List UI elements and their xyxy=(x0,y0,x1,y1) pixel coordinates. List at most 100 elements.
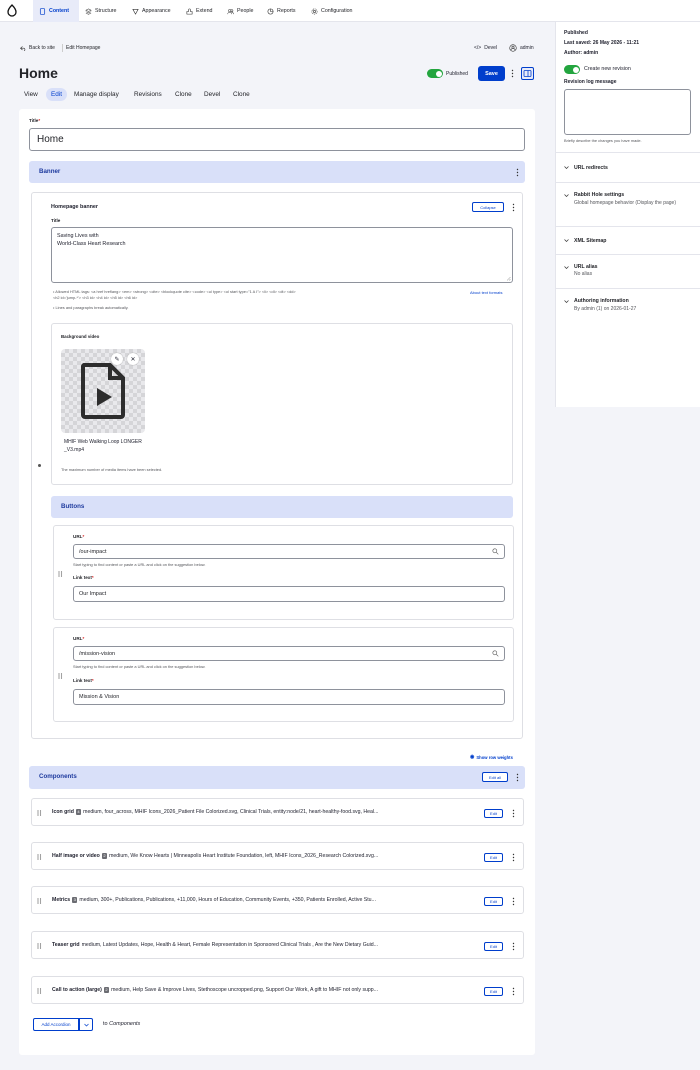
components-section-header[interactable]: Components xyxy=(29,766,525,789)
drag-handle-icon[interactable] xyxy=(58,673,63,679)
drag-handle-icon[interactable] xyxy=(37,810,42,816)
paragraph-more-icon[interactable] xyxy=(512,203,515,212)
banner-heading: Banner xyxy=(39,168,61,175)
authoring-info-summary: By admin (1) on 2026-01-27 xyxy=(574,306,637,312)
component-edit-button[interactable]: Edit xyxy=(484,897,503,906)
toggle-knob xyxy=(435,70,442,77)
toolbar-appearance-label: Appearance xyxy=(142,8,171,14)
toolbar-people[interactable]: People xyxy=(227,0,254,22)
edit-media-button[interactable]: ✎ xyxy=(111,353,123,365)
component-edit-button[interactable]: Edit xyxy=(484,853,503,862)
tab-revisions[interactable]: Revisions xyxy=(129,88,167,101)
banner-section-header[interactable]: Banner xyxy=(29,161,525,183)
resize-handle-icon[interactable] xyxy=(506,276,511,281)
toolbar-content[interactable]: Content xyxy=(33,0,79,22)
component-more-icon[interactable] xyxy=(512,809,515,818)
breadcrumb-divider xyxy=(62,44,63,52)
component-edit-button[interactable]: Edit xyxy=(484,987,503,996)
sidebar-rabbit-hole[interactable]: Rabbit Hole settings Global homepage beh… xyxy=(555,182,700,226)
drag-handle-icon[interactable] xyxy=(37,854,42,860)
components-heading: Components xyxy=(39,773,77,780)
structure-icon xyxy=(85,8,92,15)
sidebar-url-alias[interactable]: URL alias No alias xyxy=(555,254,700,288)
user-menu[interactable]: admin xyxy=(509,44,534,52)
xml-sitemap-title: XML Sitemap xyxy=(574,238,607,244)
more-actions-icon[interactable] xyxy=(511,69,514,78)
button2-url-label: URL* xyxy=(73,636,84,641)
component-row: Icon grid 4 medium, four_across, MHIF Icon… xyxy=(31,798,524,826)
drag-handle-icon[interactable] xyxy=(37,898,42,904)
toolbar-configuration[interactable]: Configuration xyxy=(311,0,353,22)
user-name: admin xyxy=(520,45,534,51)
component-more-icon[interactable] xyxy=(512,897,515,906)
sidebar-xml-sitemap[interactable]: XML Sitemap xyxy=(555,226,700,254)
chevron-down-icon xyxy=(564,266,569,269)
toolbar-appearance[interactable]: Appearance xyxy=(132,0,171,22)
drupal-logo-icon[interactable] xyxy=(3,3,21,19)
drag-handle-icon[interactable] xyxy=(37,988,42,994)
banner-title-label: Title xyxy=(51,218,61,223)
tab-clone[interactable]: Clone xyxy=(170,88,197,101)
tab-edit[interactable]: Edit xyxy=(46,88,68,101)
sidebar-panel-icon xyxy=(523,70,532,77)
toolbar-extend[interactable]: Extend xyxy=(186,0,213,22)
published-toggle[interactable] xyxy=(427,69,443,78)
component-edit-button[interactable]: Edit xyxy=(484,942,503,951)
authoring-info-title: Authoring information xyxy=(574,298,629,304)
revision-help: Briefly describe the changes you have ma… xyxy=(564,138,642,143)
drag-handle-icon[interactable] xyxy=(58,571,63,577)
devel-link[interactable]: </> Devel xyxy=(474,45,497,51)
banner-more-icon[interactable] xyxy=(516,168,519,177)
remove-media-button[interactable]: ✕ xyxy=(127,353,139,365)
button-item-1 xyxy=(53,525,514,620)
collapse-button[interactable]: Collapse xyxy=(472,202,504,212)
button2-url-input[interactable]: /mission-vision xyxy=(73,646,505,661)
save-button[interactable]: Save xyxy=(478,66,505,81)
button1-url-input[interactable]: /our-impact xyxy=(73,544,505,559)
components-more-icon[interactable] xyxy=(516,773,519,782)
button2-link-input[interactable]: Mission & Vision xyxy=(73,689,505,705)
tab-view[interactable]: View xyxy=(19,88,43,101)
button1-link-label: Link text* xyxy=(73,575,94,580)
show-row-weights-label: Show row weights xyxy=(476,754,513,760)
button1-link-input[interactable]: Our Impact xyxy=(73,586,505,602)
buttons-section-header[interactable]: Buttons xyxy=(51,496,513,518)
sidebar-toggle-button[interactable] xyxy=(521,67,534,80)
button2-link-label: Link text* xyxy=(73,678,94,683)
show-row-weights-link[interactable]: ◉ Show row weights xyxy=(470,754,513,760)
about-text-formats-link[interactable]: About text formats xyxy=(470,290,502,295)
sidebar-authoring-info[interactable]: Authoring information By admin (1) on 20… xyxy=(555,288,700,328)
component-summary-text: medium, We Know Hearts | Minneapolis Hea… xyxy=(109,853,379,859)
tab-devel[interactable]: Devel xyxy=(199,88,225,101)
back-to-site-link[interactable]: Back to site xyxy=(20,45,55,51)
banner-title-textarea[interactable]: Saving Lives with World-Class Heart Rese… xyxy=(51,227,513,283)
chevron-down-icon xyxy=(564,239,569,242)
component-name: Call to action (large) xyxy=(52,987,102,993)
component-more-icon[interactable] xyxy=(512,987,515,996)
component-name: Icon grid xyxy=(52,809,74,815)
revision-log-textarea[interactable] xyxy=(564,89,691,135)
tab-manage-display[interactable]: Manage display xyxy=(69,88,124,101)
add-accordion-button[interactable]: Add Accordion xyxy=(33,1018,79,1031)
url-alias-title: URL alias xyxy=(574,264,598,270)
toolbar-reports[interactable]: Reports xyxy=(267,0,296,22)
component-summary-text: medium, 300+, Publications, Publications… xyxy=(79,897,376,903)
sidebar-url-redirects[interactable]: URL redirects xyxy=(555,152,700,182)
create-revision-toggle[interactable] xyxy=(564,65,580,74)
toolbar-structure[interactable]: Structure xyxy=(85,0,117,22)
drag-handle-icon[interactable] xyxy=(37,943,42,949)
eye-icon: ◉ xyxy=(470,754,475,760)
edit-all-button[interactable]: Edit all xyxy=(482,772,508,782)
search-icon xyxy=(492,650,499,657)
component-name: Teaser grid xyxy=(52,942,80,948)
title-input[interactable]: Home xyxy=(29,128,525,151)
tab-clone-2[interactable]: Clone xyxy=(228,88,255,101)
component-edit-button[interactable]: Edit xyxy=(484,809,503,818)
url-redirects-title: URL redirects xyxy=(574,165,608,171)
add-dropdown-toggle[interactable] xyxy=(79,1018,93,1031)
component-more-icon[interactable] xyxy=(512,853,515,862)
component-more-icon[interactable] xyxy=(512,942,515,951)
allowed-tags: Allowed HTML tags: <a href hreflang> <em… xyxy=(53,289,296,300)
component-summary: Half image or video 2 medium, We Know Hear… xyxy=(52,843,462,869)
toggle-knob xyxy=(572,66,579,73)
